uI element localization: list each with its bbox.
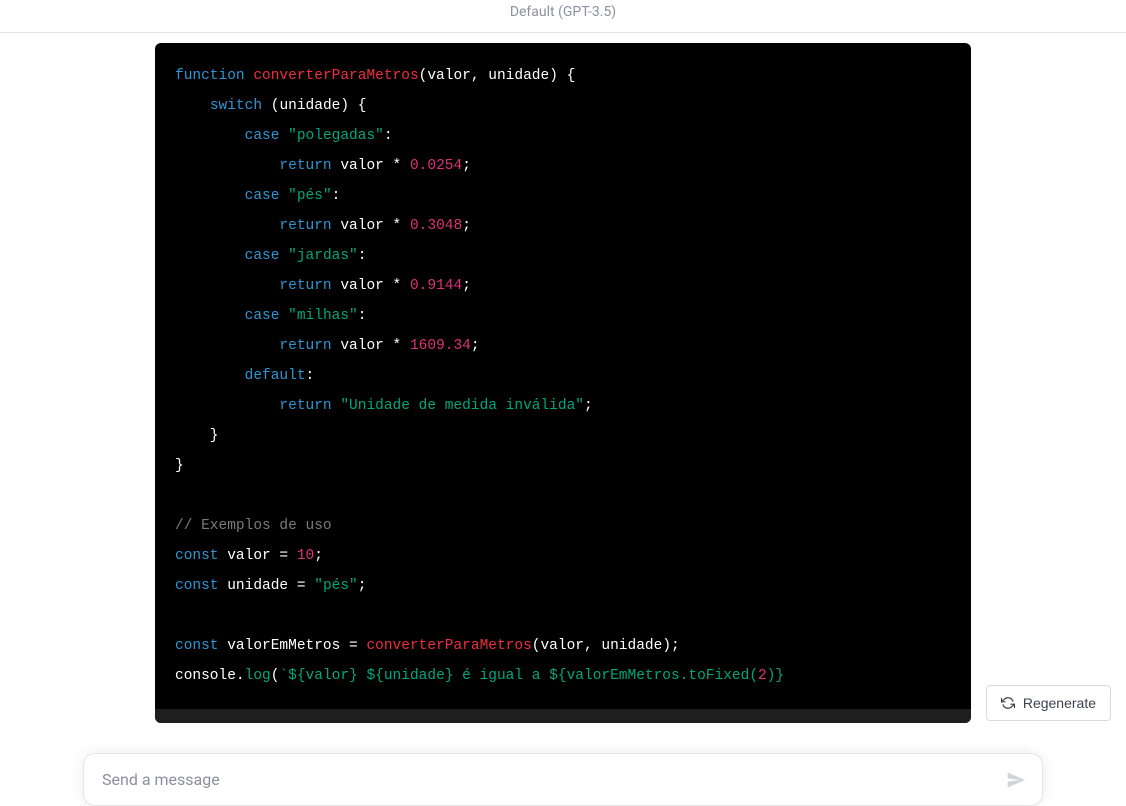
code-content[interactable]: function converterParaMetros(valor, unid… (155, 43, 971, 709)
chat-container: function converterParaMetros(valor, unid… (0, 30, 1126, 806)
regenerate-button[interactable]: Regenerate (986, 685, 1111, 721)
model-label: Default (GPT-3.5) (510, 4, 616, 20)
regenerate-label: Regenerate (1023, 695, 1096, 711)
model-header: Default (GPT-3.5) (0, 0, 1126, 33)
input-container: Send a message (83, 743, 1043, 806)
code-scrollbar[interactable] (155, 709, 971, 723)
regenerate-icon (1001, 696, 1015, 710)
message-input[interactable]: Send a message (83, 753, 1043, 806)
send-icon[interactable] (1006, 770, 1026, 790)
code-block: function converterParaMetros(valor, unid… (155, 43, 971, 723)
input-placeholder: Send a message (102, 770, 220, 789)
